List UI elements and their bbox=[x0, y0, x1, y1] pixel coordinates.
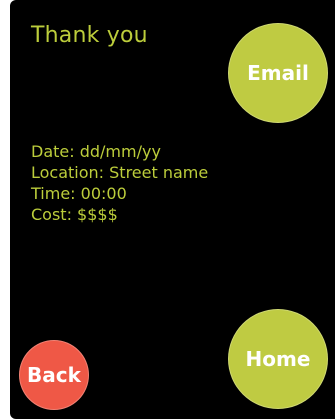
detail-cost: Cost: $$$$ bbox=[31, 205, 118, 224]
home-button[interactable]: Home bbox=[228, 309, 328, 409]
booking-details: Date: dd/mm/yy Location: Street name Tim… bbox=[31, 141, 208, 225]
confirmation-screen: Thank you Date: dd/mm/yy Location: Stree… bbox=[10, 0, 335, 419]
email-button[interactable]: Email bbox=[228, 23, 328, 123]
page-title: Thank you bbox=[31, 23, 148, 48]
detail-location: Location: Street name bbox=[31, 163, 209, 182]
back-button[interactable]: Back bbox=[19, 340, 89, 410]
detail-time: Time: 00:00 bbox=[31, 184, 127, 203]
detail-date: Date: dd/mm/yy bbox=[31, 142, 161, 161]
